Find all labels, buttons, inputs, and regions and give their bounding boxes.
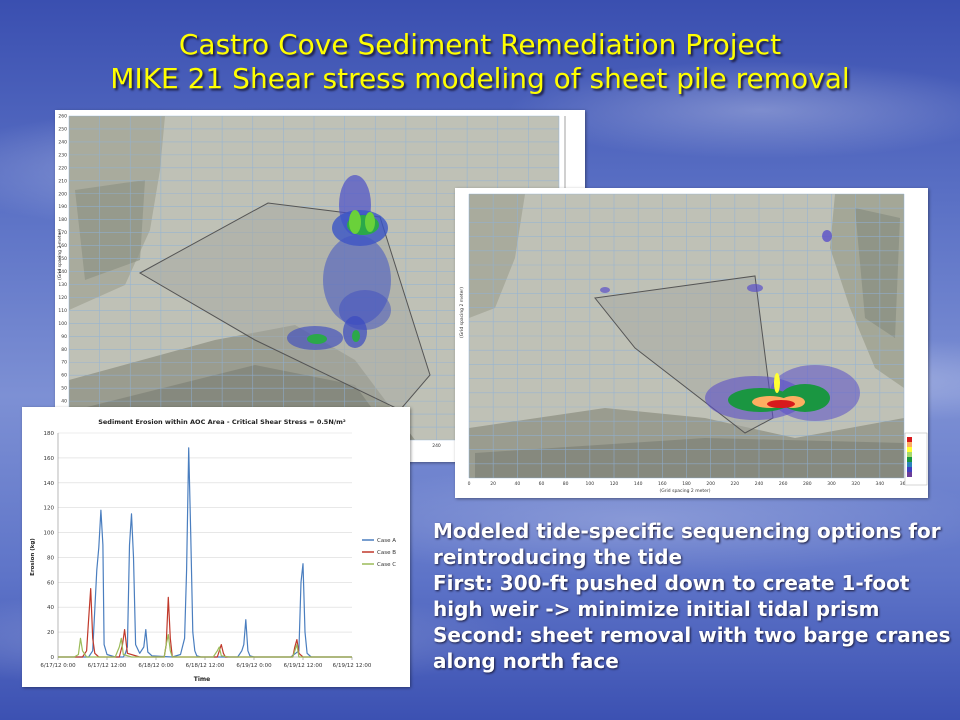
map-2-figure: 0 20 40 60 80 100 120 140 160 180 200 220 240 260 280 3… (455, 188, 928, 498)
map-1-y-tick: 200 (58, 191, 67, 197)
chart-y-tick: 20 (47, 630, 54, 636)
bullet-line-4: high weir -> minimize initial tidal pris… (433, 597, 880, 621)
map-2-x-tick: 180 (682, 481, 691, 487)
chart-x-tick: 6/18/12 0:00 (138, 663, 174, 669)
map-1-y-tick: 110 (58, 308, 67, 314)
map-2-y-caption: (Grid spacing 2 meter) (459, 287, 465, 338)
map-2-x-tick: 300 (827, 481, 836, 487)
map-2-x-tick: 240 (755, 481, 764, 487)
map-2-x-tick: 320 (851, 481, 860, 487)
chart-title: Sediment Erosion within AOC Area - Criti… (98, 418, 346, 426)
map-2-x-tick: 260 (779, 481, 788, 487)
map-2-x-tick: 0 (468, 481, 471, 487)
map-1-y-tick: 70 (61, 360, 67, 366)
bullet-line-3: First: 300-ft pushed down to create 1-fo… (433, 571, 910, 595)
bullet-line-6: along north face (433, 649, 619, 673)
title-line-2: MIKE 21 Shear stress modeling of sheet p… (110, 62, 850, 95)
bullet-line-2: reintroducing the tide (433, 545, 683, 569)
map-2-x-tick: 40 (514, 481, 520, 487)
map-2-x-tick: 140 (634, 481, 643, 487)
chart-y-tick: 100 (44, 531, 55, 537)
chart-x-label: Time (194, 676, 210, 683)
title-line-1: Castro Cove Sediment Remediation Project (178, 28, 782, 61)
map-1-y-tick: 100 (58, 321, 67, 327)
map-1-y-tick: 260 (58, 114, 67, 120)
map-2-x-caption: (Grid spacing 2 meter) (659, 488, 710, 494)
chart-y-tick: 120 (44, 506, 55, 512)
map-1-y-tick: 190 (58, 204, 67, 210)
chart-y-tick: 60 (47, 580, 54, 586)
map-2-x-tick: 80 (563, 481, 569, 487)
map-2-x-tick: 280 (803, 481, 812, 487)
chart-y-tick: 160 (44, 456, 55, 462)
chart-y-tick: 0 (51, 655, 55, 661)
slide-title: Castro Cove Sediment Remediation Project… (0, 28, 960, 96)
description-text: Modeled tide-specific sequencing options… (433, 518, 951, 674)
map-2-x-tick: 340 (876, 481, 885, 487)
map-1-y-tick: 120 (58, 295, 67, 301)
shear-stress-map-2: 0 20 40 60 80 100 120 140 160 180 200 220 240 260 280 3… (455, 188, 928, 498)
chart-x-tick: 6/18/12 12:00 (186, 663, 225, 669)
map-1-y-tick: 250 (58, 126, 67, 132)
map-2-x-tick: 100 (586, 481, 595, 487)
legend-label: Case A (377, 538, 396, 544)
chart-x-tick: 6/19/12 12:00 (333, 663, 372, 669)
chart-y-tick: 140 (44, 481, 55, 487)
map-2-x-tick: 160 (658, 481, 667, 487)
map-1-y-tick: 210 (58, 178, 67, 184)
map-2-x-tick: 60 (539, 481, 545, 487)
chart-x-tick: 6/19/12 12:00 (284, 663, 323, 669)
map-2-color-legend (904, 432, 928, 486)
chart-x-tick: 6/17/12 12:00 (88, 663, 127, 669)
map-1-y-tick: 80 (61, 347, 67, 353)
erosion-line-chart: Sediment Erosion within AOC Area - Criti… (22, 407, 410, 687)
map-1-y-tick: 60 (61, 373, 67, 379)
chart-y-tick: 40 (47, 605, 54, 611)
map-2-x-tick: 220 (731, 481, 740, 487)
map-1-y-tick: 90 (61, 334, 67, 340)
map-2-x-tick: 20 (490, 481, 496, 487)
map-1-y-tick: 130 (58, 282, 67, 288)
map-1-y-tick: 180 (58, 217, 67, 223)
bullet-line-5: Second: sheet removal with two barge cra… (433, 623, 951, 647)
erosion-chart-panel: Sediment Erosion within AOC Area - Criti… (22, 407, 410, 687)
map-1-x-tick: 240 (432, 443, 441, 449)
legend-label: Case C (377, 562, 396, 568)
legend-label: Case B (377, 550, 396, 556)
map-2-x-tick: 120 (610, 481, 619, 487)
map-1-y-tick: 240 (58, 139, 67, 145)
chart-y-label: Erosion (kg) (30, 538, 36, 576)
map-2-x-tick: 200 (706, 481, 715, 487)
map-1-y-caption: (Grid spacing 2 meter) (57, 229, 63, 280)
map-1-y-tick: 220 (58, 165, 67, 171)
map-1-y-tick: 40 (61, 399, 67, 405)
map-1-y-tick: 50 (61, 386, 67, 392)
chart-x-tick: 6/19/12 0:00 (236, 663, 272, 669)
bullet-line-1: Modeled tide-specific sequencing options… (433, 519, 941, 543)
map-1-y-tick: 230 (58, 152, 67, 158)
chart-x-tick: 6/17/12 0:00 (40, 663, 76, 669)
chart-y-tick: 80 (47, 555, 54, 561)
chart-y-tick: 180 (44, 431, 55, 437)
